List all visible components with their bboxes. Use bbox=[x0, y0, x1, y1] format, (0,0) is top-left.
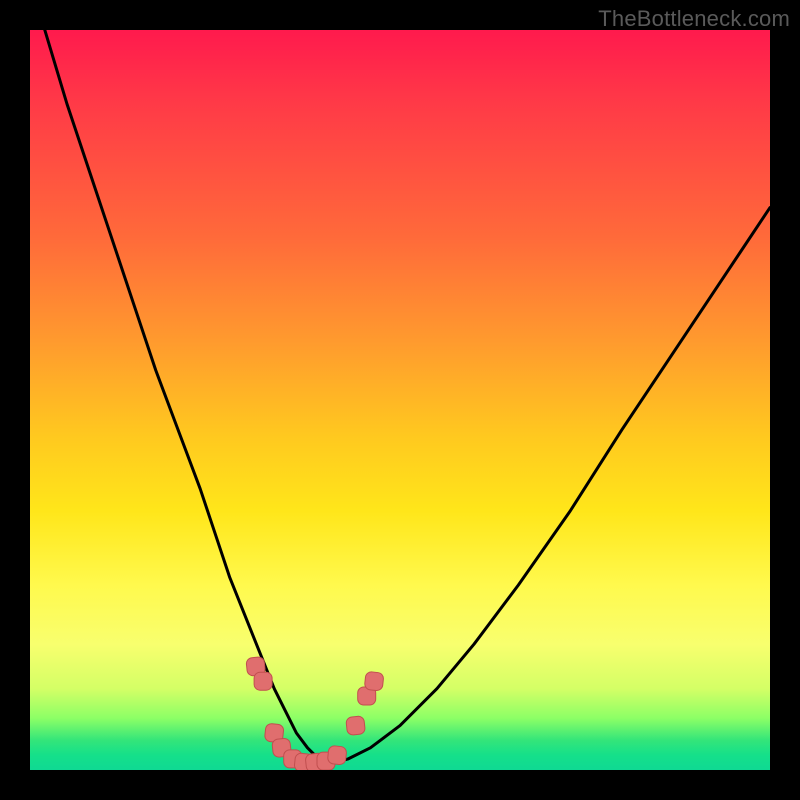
watermark-text: TheBottleneck.com bbox=[598, 6, 790, 32]
chart-frame: TheBottleneck.com bbox=[0, 0, 800, 800]
data-marker bbox=[254, 672, 272, 690]
curve-layer bbox=[30, 30, 770, 770]
data-marker bbox=[327, 745, 347, 765]
data-marker bbox=[364, 671, 384, 691]
plot-area bbox=[30, 30, 770, 770]
bottleneck-curve bbox=[45, 30, 770, 763]
data-marker bbox=[346, 716, 366, 736]
